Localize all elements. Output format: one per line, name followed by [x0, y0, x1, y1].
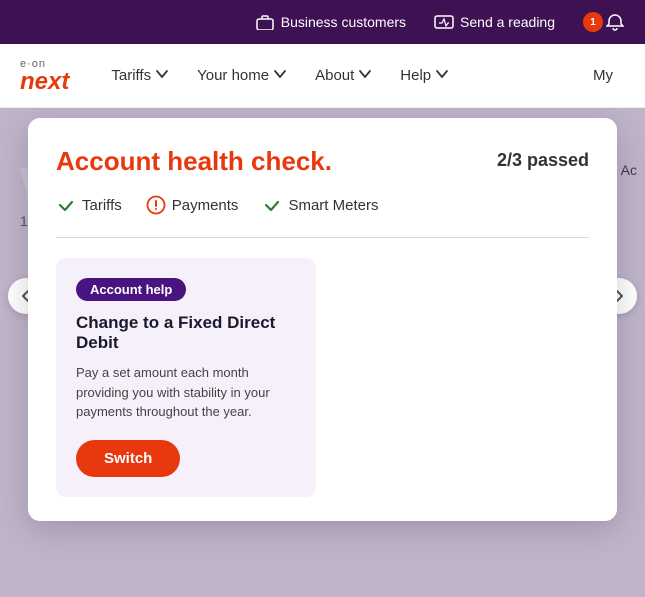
meter-icon [434, 12, 454, 32]
health-checks: Tariffs Payments Smart Meters [56, 195, 589, 215]
modal-header: Account health check. 2/3 passed [56, 146, 589, 177]
check-tariffs-label: Tariffs [82, 197, 122, 214]
nav-help-label: Help [400, 67, 431, 84]
logo-next-text: next [20, 70, 69, 94]
nav-about-label: About [315, 67, 354, 84]
check-passed-icon-2 [262, 195, 282, 215]
briefcase-icon [255, 12, 275, 32]
help-tag: Account help [76, 278, 186, 301]
send-reading-label: Send a reading [460, 14, 555, 30]
check-passed-icon [56, 195, 76, 215]
nav-tariffs[interactable]: Tariffs [99, 59, 181, 93]
nav-about[interactable]: About [303, 59, 384, 93]
main-nav: e·on next Tariffs Your home About Help [0, 44, 645, 108]
help-card-title: Change to a Fixed Direct Debit [76, 313, 296, 353]
notification-count: 1 [590, 17, 596, 28]
chevron-down-icon [155, 67, 169, 85]
business-customers-link[interactable]: Business customers [255, 12, 406, 32]
bell-icon [605, 12, 625, 32]
chevron-down-icon-2 [273, 67, 287, 85]
nav-my-label: My [593, 67, 613, 84]
modal-title: Account health check. [56, 146, 332, 177]
check-payments: Payments [146, 195, 239, 215]
chevron-down-icon-3 [358, 67, 372, 85]
check-smart-meters: Smart Meters [262, 195, 378, 215]
logo[interactable]: e·on next [20, 58, 69, 94]
health-check-modal: Account health check. 2/3 passed Tariffs… [28, 118, 617, 521]
nav-your-home-label: Your home [197, 67, 269, 84]
nav-items: Tariffs Your home About Help My [99, 59, 625, 93]
switch-button[interactable]: Switch [76, 440, 180, 477]
utility-bar: Business customers Send a reading 1 [0, 0, 645, 44]
check-tariffs: Tariffs [56, 195, 122, 215]
notifications-button[interactable]: 1 [583, 12, 625, 32]
modal-passed-count: 2/3 passed [497, 146, 589, 171]
help-card: Account help Change to a Fixed Direct De… [56, 258, 316, 497]
check-payments-label: Payments [172, 197, 239, 214]
send-reading-link[interactable]: Send a reading [434, 12, 555, 32]
nav-help[interactable]: Help [388, 59, 461, 93]
warning-icon [146, 195, 166, 215]
nav-my[interactable]: My [581, 59, 625, 92]
nav-your-home[interactable]: Your home [185, 59, 299, 93]
modal-divider [56, 237, 589, 238]
nav-tariffs-label: Tariffs [111, 67, 151, 84]
business-customers-label: Business customers [281, 14, 406, 30]
chevron-down-icon-4 [435, 67, 449, 85]
help-card-description: Pay a set amount each month providing yo… [76, 363, 296, 422]
check-smart-meters-label: Smart Meters [288, 197, 378, 214]
page-background: Wo 192 G Ac Account health check. 2/3 pa… [0, 108, 645, 597]
